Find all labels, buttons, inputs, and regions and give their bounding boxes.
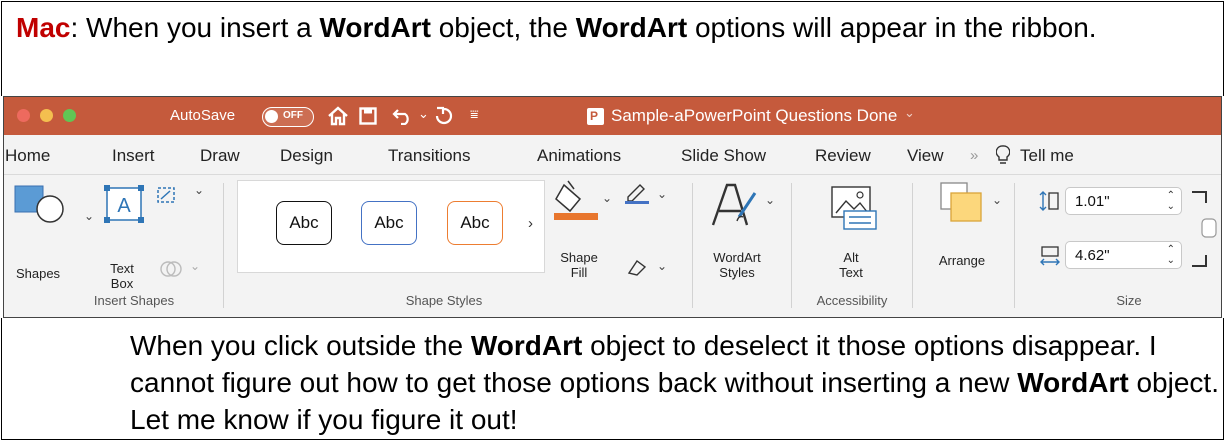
tab-transitions[interactable]: Transitions — [388, 146, 471, 166]
style-thumb-blue[interactable]: Abc — [361, 201, 417, 245]
outro-bold-1: WordArt — [470, 330, 583, 361]
autosave-state: OFF — [283, 110, 303, 121]
lightbulb-icon[interactable] — [996, 145, 1010, 165]
wordart-icon[interactable] — [709, 181, 759, 229]
shapes-dropdown-icon[interactable]: ⌄ — [84, 209, 94, 223]
shape-width-icon — [1040, 246, 1060, 266]
shape-fill-label-line-2: Fill — [570, 265, 588, 280]
window-title: Sample-aPowerPoint Questions Done — [611, 106, 898, 125]
group-separator — [223, 183, 224, 308]
alt-text-label-line-2: Text — [839, 265, 863, 280]
home-icon[interactable] — [327, 106, 349, 126]
width-stepper-icon[interactable]: ⌃ ⌄ — [1167, 244, 1175, 266]
shapes-label: Shapes — [15, 266, 61, 281]
shape-effects-icon[interactable] — [626, 259, 648, 277]
save-icon[interactable] — [359, 107, 377, 125]
group-separator — [692, 183, 693, 308]
outro-paragraph: When you click outside the WordArt objec… — [130, 327, 1220, 438]
tab-review[interactable]: Review — [815, 146, 871, 166]
edit-shape-dropdown-icon[interactable]: ⌄ — [194, 183, 204, 197]
gallery-next-chevron-icon[interactable]: › — [528, 215, 533, 232]
height-stepper-icon[interactable]: ⌃ ⌄ — [1167, 190, 1175, 212]
more-tabs-icon[interactable]: » — [970, 147, 978, 164]
group-shape-styles: Shape Styles — [405, 293, 483, 308]
style-thumb-orange[interactable]: Abc — [447, 201, 503, 245]
svg-text:A: A — [117, 195, 131, 217]
shape-width-value: 4.62" — [1075, 247, 1110, 264]
alt-text-icon[interactable] — [830, 185, 880, 233]
shape-fill-label-line-1: Shape — [560, 250, 598, 265]
edit-shape-icon[interactable] — [156, 185, 190, 207]
tab-slide-show[interactable]: Slide Show — [681, 146, 766, 166]
tab-animations[interactable]: Animations — [537, 146, 621, 166]
intro-text-1: : When you insert a — [70, 12, 320, 43]
text-box-icon[interactable]: A — [103, 184, 145, 224]
tab-view[interactable]: View — [907, 146, 944, 166]
redo-icon[interactable] — [434, 106, 454, 126]
group-size: Size — [1116, 293, 1142, 308]
paint-bucket-icon[interactable] — [552, 179, 600, 221]
undo-icon[interactable] — [392, 107, 414, 125]
undo-dropdown-icon[interactable]: ⌄ — [418, 106, 429, 122]
tab-design[interactable]: Design — [280, 146, 333, 166]
shape-outline-icon[interactable] — [624, 183, 650, 205]
outro-bold-2: WordArt — [1017, 367, 1129, 398]
toggle-knob — [265, 110, 278, 123]
merge-shapes-icon — [160, 261, 182, 277]
arrange-label: Arrange — [938, 253, 986, 268]
alt-text-label-line-1: Alt — [843, 250, 859, 265]
autosave-label: AutoSave — [170, 107, 236, 124]
tab-draw[interactable]: Draw — [200, 146, 240, 166]
autosave-toggle[interactable]: OFF — [262, 107, 314, 127]
text-box-label-line-2: Box — [110, 276, 134, 291]
text-box-label-line-1: Text — [110, 261, 134, 276]
intro-bold-1: WordArt — [319, 12, 431, 43]
group-separator — [912, 183, 913, 308]
customize-toolbar-icon[interactable]: ⩸ — [470, 106, 479, 123]
ribbon-tabs: Home Insert Draw Design Transitions Anim… — [4, 135, 1221, 175]
shape-outline-dropdown-icon[interactable]: ⌄ — [657, 187, 667, 201]
intro-text-2: object, the — [430, 12, 576, 43]
zoom-window-button[interactable] — [63, 109, 76, 122]
shape-width-input[interactable]: 4.62" ⌃ ⌄ — [1065, 241, 1182, 269]
tab-home[interactable]: Home — [5, 146, 50, 166]
intro-text-3: options will appear in the ribbon. — [687, 12, 1097, 43]
shape-height-input[interactable]: 1.01" ⌃ ⌄ — [1065, 187, 1182, 215]
doc-icon-letter: P — [590, 109, 599, 123]
powerpoint-doc-icon: P — [587, 108, 604, 125]
shape-styles-gallery: Abc Abc Abc › — [237, 180, 545, 273]
title-bar: AutoSave OFF ⌄ ⩸ P Sample-aPowerPoint Qu… — [4, 97, 1221, 135]
shape-height-value: 1.01" — [1075, 193, 1110, 210]
powerpoint-screenshot: AutoSave OFF ⌄ ⩸ P Sample-aPowerPoint Qu… — [3, 96, 1222, 318]
arrange-icon[interactable] — [939, 181, 989, 225]
merge-shapes-dropdown-icon: ⌄ — [190, 259, 201, 273]
group-separator — [1014, 183, 1015, 308]
ribbon-panel: ⌄ Shapes A Text Box ⌄ ⌄ Insert Shapes Ab… — [4, 175, 1222, 317]
arrange-dropdown-icon[interactable]: ⌄ — [992, 193, 1002, 207]
wordart-styles-label-line-1: WordArt — [713, 250, 761, 265]
group-separator — [791, 183, 792, 308]
group-insert-shapes: Insert Shapes — [93, 293, 175, 308]
intro-paragraph: Mac: When you insert a WordArt object, t… — [16, 9, 1196, 47]
outro-text-1: When you click outside the — [130, 330, 471, 361]
close-window-button[interactable] — [17, 109, 30, 122]
group-accessibility: Accessibility — [816, 293, 888, 308]
intro-bold-2: WordArt — [575, 12, 688, 43]
shapes-icon[interactable] — [14, 185, 74, 227]
minimize-window-button[interactable] — [40, 109, 53, 122]
tab-insert[interactable]: Insert — [112, 146, 155, 166]
tell-me-search[interactable]: Tell me — [1020, 146, 1074, 166]
mac-label: Mac — [16, 12, 71, 43]
title-chevron-down-icon[interactable]: ⌄ — [904, 105, 915, 121]
wordart-styles-label-line-2: Styles — [719, 265, 755, 280]
shape-height-icon — [1039, 191, 1059, 211]
style-thumb-black[interactable]: Abc — [276, 201, 332, 245]
shape-fill-dropdown-icon[interactable]: ⌄ — [602, 191, 612, 205]
wordart-dropdown-icon[interactable]: ⌄ — [765, 193, 775, 207]
lock-aspect-ratio-icon[interactable] — [1188, 189, 1222, 273]
shape-effects-dropdown-icon[interactable]: ⌄ — [657, 259, 667, 273]
